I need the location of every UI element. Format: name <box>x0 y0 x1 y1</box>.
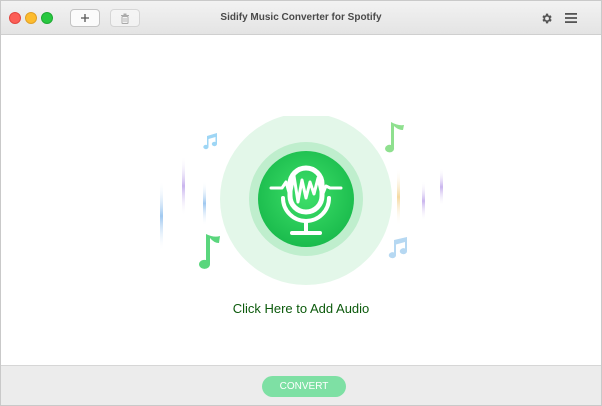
music-note-icon <box>388 237 408 259</box>
sound-bar <box>182 156 185 216</box>
app-window: Sidify Music Converter for Spotify Click… <box>0 0 602 406</box>
close-window-button[interactable] <box>9 12 21 24</box>
convert-button[interactable]: CONVERT <box>262 376 346 397</box>
menu-button[interactable] <box>563 10 579 26</box>
music-note-icon <box>385 122 404 153</box>
add-button[interactable] <box>70 9 100 27</box>
delete-button[interactable] <box>110 9 140 27</box>
trash-icon <box>121 13 129 24</box>
sound-bar <box>397 168 400 226</box>
add-audio-dropzone[interactable] <box>151 113 461 316</box>
zoom-window-button[interactable] <box>41 12 53 24</box>
sound-bar <box>203 181 206 226</box>
music-note-icon <box>199 234 220 269</box>
add-audio-label[interactable]: Click Here to Add Audio <box>1 301 601 316</box>
plus-icon <box>81 14 89 22</box>
sound-bar <box>160 181 163 251</box>
settings-button[interactable] <box>538 10 554 26</box>
hamburger-menu-icon <box>565 13 577 23</box>
title-bar: Sidify Music Converter for Spotify <box>1 1 601 35</box>
sound-bar <box>422 181 425 221</box>
sound-bar <box>440 168 443 206</box>
main-content: Click Here to Add Audio <box>1 36 601 365</box>
add-audio-illustration <box>160 113 443 285</box>
gear-icon <box>541 13 552 23</box>
footer-bar: CONVERT <box>1 365 601 405</box>
music-note-icon <box>203 133 217 150</box>
minimize-window-button[interactable] <box>25 12 37 24</box>
